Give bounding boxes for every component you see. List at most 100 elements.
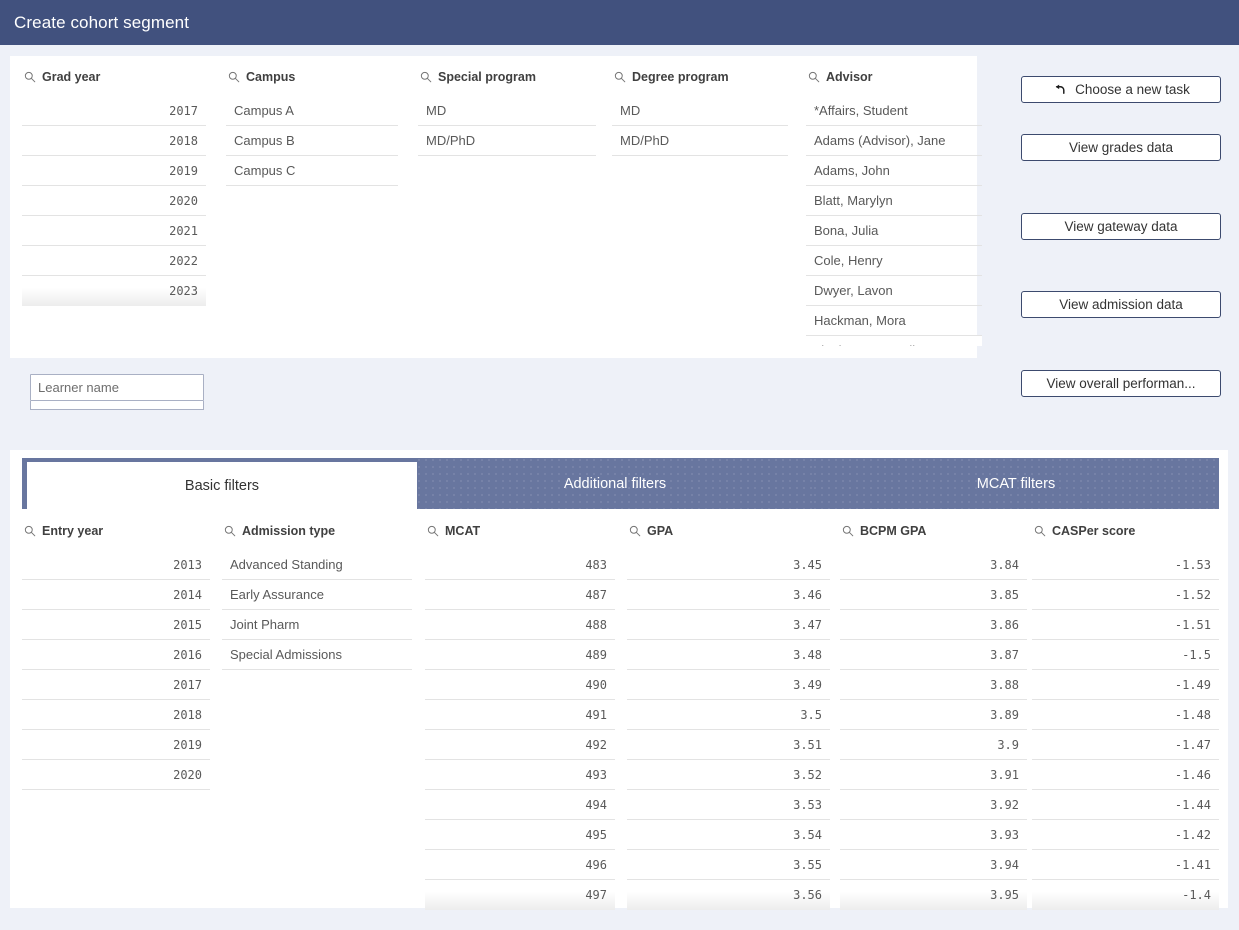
list-item[interactable]: -1.46 (1032, 760, 1219, 790)
tab-mcat-filters[interactable]: MCAT filters (813, 458, 1219, 509)
list-item[interactable]: 2017 (22, 96, 206, 126)
list-item[interactable]: -1.49 (1032, 670, 1219, 700)
list-item[interactable]: 3.51 (627, 730, 830, 760)
list-item[interactable]: 3.46 (627, 580, 830, 610)
choose-new-task-button[interactable]: Choose a new task (1021, 76, 1221, 103)
list-item[interactable]: Bona, Julia (806, 216, 982, 246)
list-item[interactable]: Lineberger, Jessika (806, 336, 982, 346)
list-item[interactable]: 3.47 (627, 610, 830, 640)
list-item[interactable]: 489 (425, 640, 615, 670)
list-item[interactable]: -1.41 (1032, 850, 1219, 880)
listbox-header-entry-year[interactable]: Entry year (22, 520, 210, 542)
list-item[interactable]: Joint Pharm (222, 610, 412, 640)
list-item[interactable]: 2018 (22, 700, 210, 730)
listbox-header-degree-program[interactable]: Degree program (612, 66, 788, 88)
listbox-header-gpa[interactable]: GPA (627, 520, 830, 542)
list-item[interactable]: 488 (425, 610, 615, 640)
list-item[interactable]: 3.91 (840, 760, 1027, 790)
list-item[interactable]: MD/PhD (418, 126, 596, 156)
list-item[interactable]: 2020 (22, 760, 210, 790)
list-item[interactable]: *Affairs, Student (806, 96, 982, 126)
listbox-header-special-program[interactable]: Special program (418, 66, 596, 88)
list-item[interactable]: 2022 (22, 246, 206, 276)
list-item[interactable]: -1.52 (1032, 580, 1219, 610)
list-item[interactable]: 2018 (22, 126, 206, 156)
list-item[interactable]: Early Assurance (222, 580, 412, 610)
list-item[interactable]: 487 (425, 580, 615, 610)
list-item[interactable]: 3.86 (840, 610, 1027, 640)
list-item[interactable]: 2016 (22, 640, 210, 670)
list-item[interactable]: Hackman, Mora (806, 306, 982, 336)
list-item[interactable]: Dwyer, Lavon (806, 276, 982, 306)
list-item[interactable]: MD (418, 96, 596, 126)
list-item[interactable]: -1.47 (1032, 730, 1219, 760)
list-item[interactable]: 3.53 (627, 790, 830, 820)
list-item[interactable]: -1.48 (1032, 700, 1219, 730)
listbox-header-advisor[interactable]: Advisor (806, 66, 982, 88)
list-item[interactable]: 496 (425, 850, 615, 880)
list-item[interactable]: MD (612, 96, 788, 126)
list-item[interactable]: 2015 (22, 610, 210, 640)
list-item[interactable]: -1.4 (1032, 880, 1219, 910)
list-item[interactable]: 491 (425, 700, 615, 730)
tab-additional-filters[interactable]: Additional filters (417, 458, 813, 509)
list-item[interactable]: Cole, Henry (806, 246, 982, 276)
list-item[interactable]: -1.42 (1032, 820, 1219, 850)
list-item[interactable]: 3.45 (627, 550, 830, 580)
list-item[interactable]: 2021 (22, 216, 206, 246)
list-item[interactable]: 2020 (22, 186, 206, 216)
list-item[interactable]: 490 (425, 670, 615, 700)
list-item[interactable]: 3.89 (840, 700, 1027, 730)
list-item[interactable]: 3.52 (627, 760, 830, 790)
learner-name-input-extension[interactable] (30, 401, 204, 410)
list-item[interactable]: -1.53 (1032, 550, 1219, 580)
list-item[interactable]: 492 (425, 730, 615, 760)
list-item[interactable]: Campus A (226, 96, 398, 126)
view-overall-performance-button[interactable]: View overall performan... (1021, 370, 1221, 397)
list-item[interactable]: 3.84 (840, 550, 1027, 580)
view-gateway-data-button[interactable]: View gateway data (1021, 213, 1221, 240)
list-item[interactable]: 2017 (22, 670, 210, 700)
list-item[interactable]: 3.54 (627, 820, 830, 850)
view-admission-data-button[interactable]: View admission data (1021, 291, 1221, 318)
listbox-header-grad-year[interactable]: Grad year (22, 66, 206, 88)
list-item[interactable]: -1.44 (1032, 790, 1219, 820)
learner-name-input[interactable] (30, 374, 204, 401)
list-item[interactable]: 3.49 (627, 670, 830, 700)
list-item[interactable]: 495 (425, 820, 615, 850)
list-item[interactable]: 2019 (22, 730, 210, 760)
list-item[interactable]: 2023 (22, 276, 206, 306)
list-item[interactable]: 3.55 (627, 850, 830, 880)
view-grades-data-button[interactable]: View grades data (1021, 134, 1221, 161)
list-item[interactable]: 3.48 (627, 640, 830, 670)
list-item[interactable]: -1.51 (1032, 610, 1219, 640)
listbox-header-admission-type[interactable]: Admission type (222, 520, 412, 542)
list-item[interactable]: -1.5 (1032, 640, 1219, 670)
list-item[interactable]: 3.95 (840, 880, 1027, 910)
list-item[interactable]: Campus C (226, 156, 398, 186)
list-item[interactable]: 3.85 (840, 580, 1027, 610)
listbox-header-mcat[interactable]: MCAT (425, 520, 615, 542)
list-item[interactable]: Blatt, Marylyn (806, 186, 982, 216)
list-item[interactable]: MD/PhD (612, 126, 788, 156)
list-item[interactable]: Campus B (226, 126, 398, 156)
list-item[interactable]: 2019 (22, 156, 206, 186)
list-item[interactable]: 493 (425, 760, 615, 790)
listbox-header-bcpm-gpa[interactable]: BCPM GPA (840, 520, 1027, 542)
list-item[interactable]: Adams (Advisor), Jane (806, 126, 982, 156)
list-item[interactable]: Adams, John (806, 156, 982, 186)
list-item[interactable]: 2013 (22, 550, 210, 580)
tab-basic-filters[interactable]: Basic filters (22, 458, 417, 509)
listbox-header-campus[interactable]: Campus (226, 66, 398, 88)
list-item[interactable]: 2014 (22, 580, 210, 610)
list-item[interactable]: 3.56 (627, 880, 830, 910)
list-item[interactable]: 497 (425, 880, 615, 910)
list-item[interactable]: 3.92 (840, 790, 1027, 820)
list-item[interactable]: 3.93 (840, 820, 1027, 850)
list-item[interactable]: 3.5 (627, 700, 830, 730)
list-item[interactable]: 3.94 (840, 850, 1027, 880)
list-item[interactable]: 3.88 (840, 670, 1027, 700)
list-item[interactable]: 494 (425, 790, 615, 820)
list-item[interactable]: 3.87 (840, 640, 1027, 670)
list-item[interactable]: 3.9 (840, 730, 1027, 760)
